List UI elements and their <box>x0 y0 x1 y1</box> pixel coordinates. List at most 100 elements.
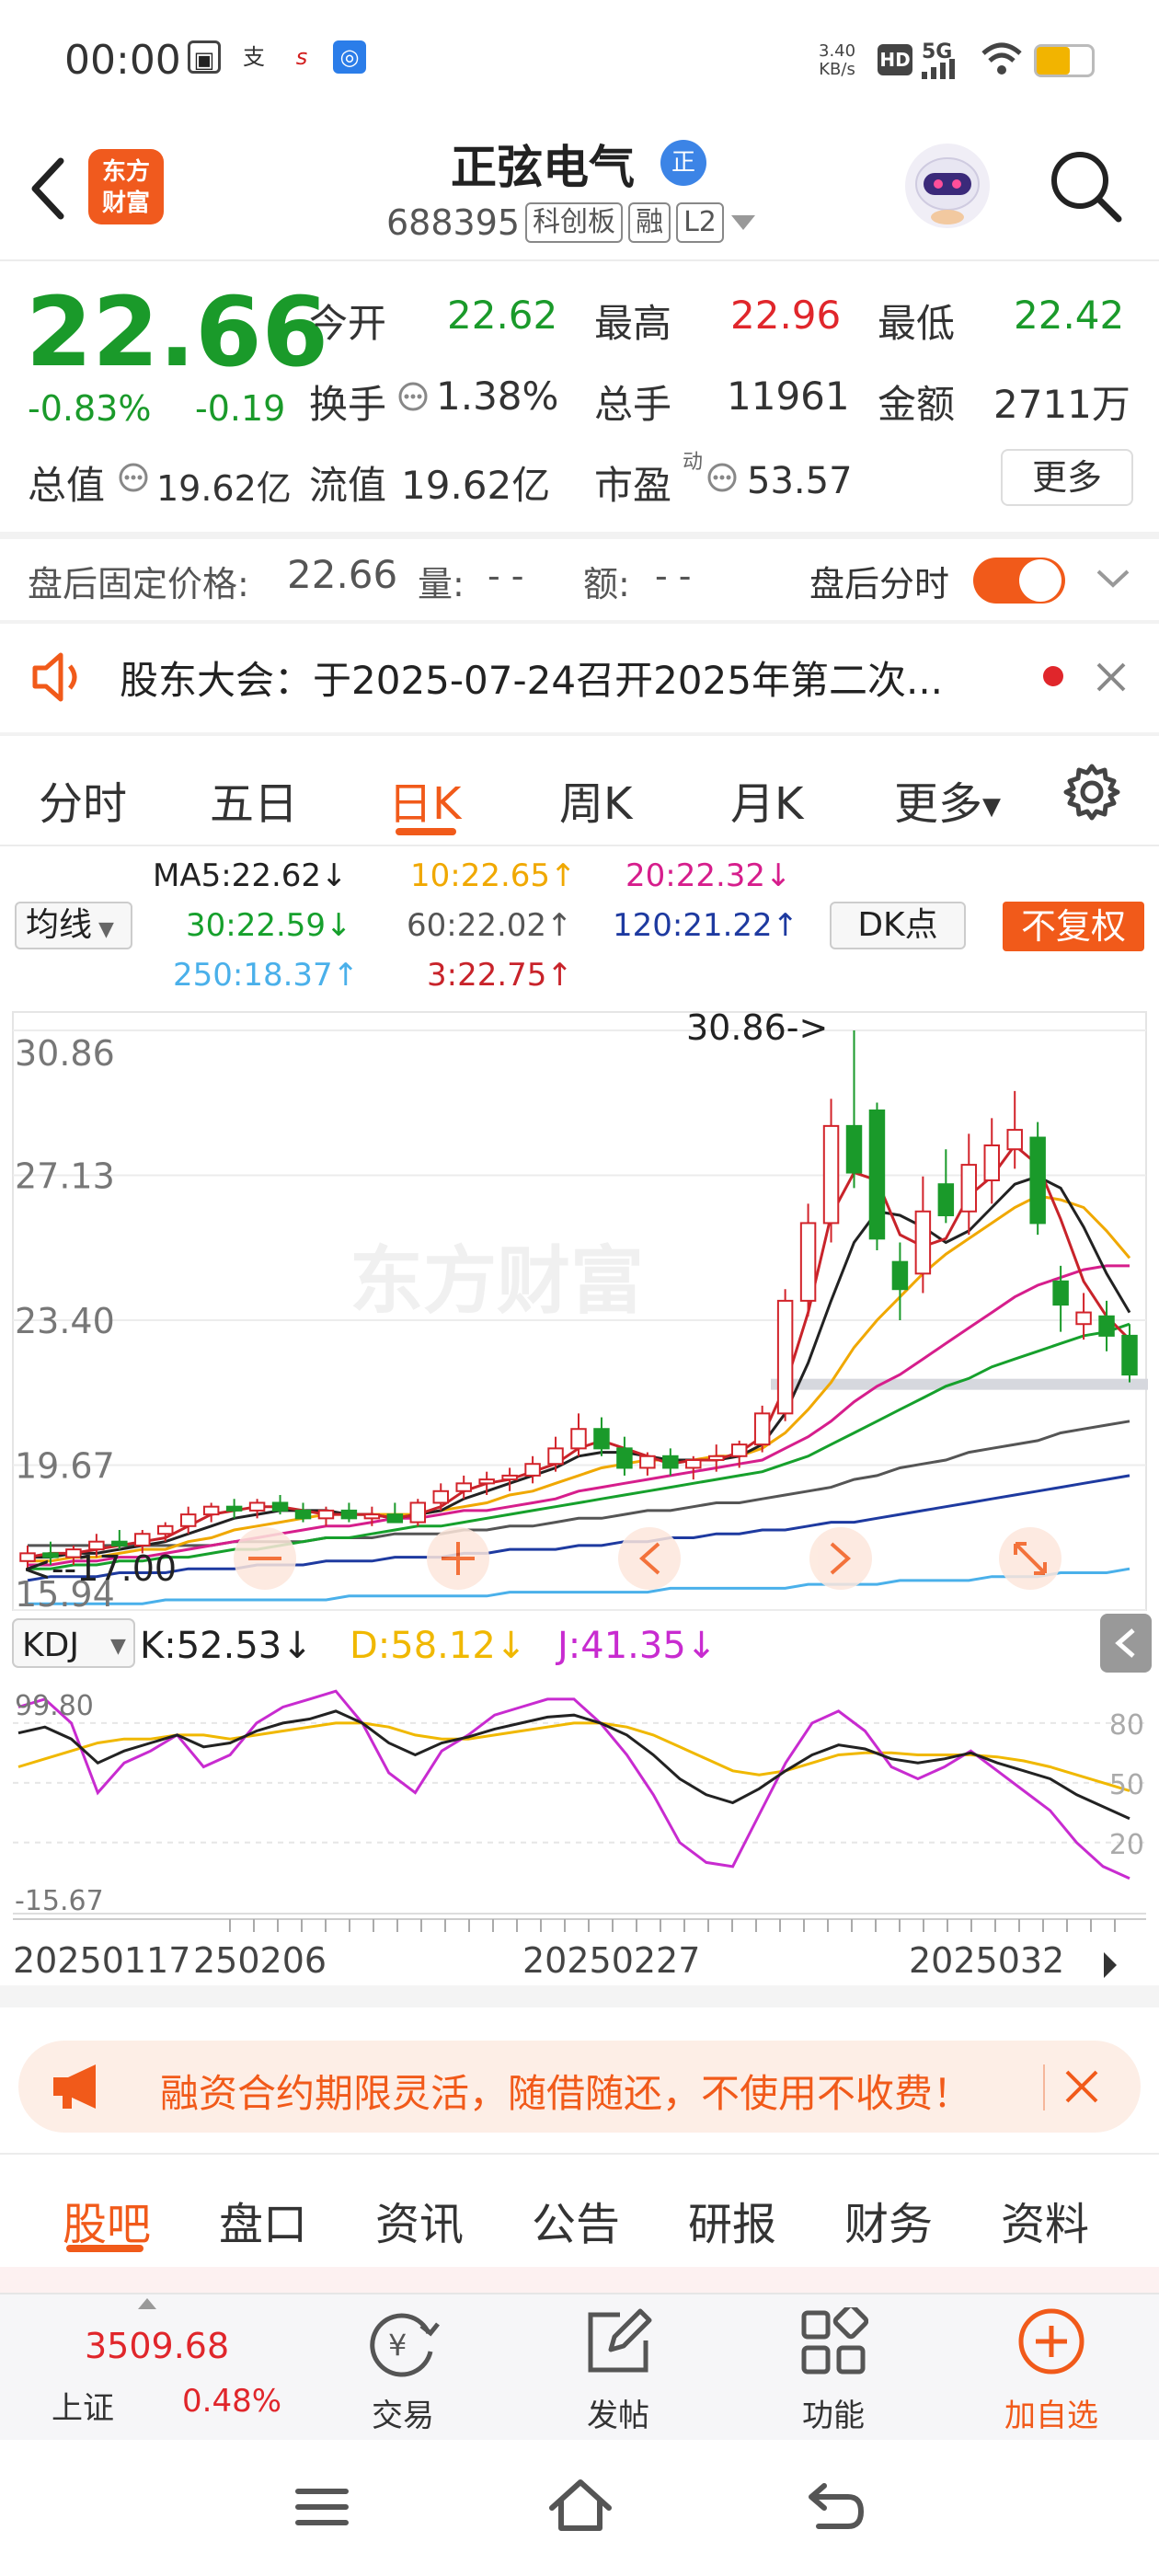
candle-down <box>294 1509 312 1520</box>
candle-down <box>868 1109 886 1240</box>
close-icon[interactable] <box>1063 2068 1100 2105</box>
tab-weekly-k[interactable]: 周K <box>559 767 632 832</box>
ma3-legend: 3:22.75↑ <box>427 957 573 994</box>
y-tick-label: 30.86 <box>15 1033 115 1074</box>
tab-monthly-k[interactable]: 月K <box>730 767 803 832</box>
add-watchlist-icon[interactable] <box>1016 2306 1087 2377</box>
candle-up <box>960 1164 978 1213</box>
search-icon[interactable] <box>1047 147 1124 224</box>
market-cap-label: 总值 <box>28 463 106 508</box>
net-speed-unit: KB/s <box>819 60 855 79</box>
scroll-left-button[interactable] <box>618 1527 681 1590</box>
scroll-right-button[interactable] <box>809 1527 872 1590</box>
close-icon[interactable] <box>1095 661 1128 694</box>
kdj-select-label: KDJ <box>22 1627 79 1664</box>
x-tick-label: 20250117 <box>13 1940 190 1981</box>
candle-up <box>1006 1129 1023 1151</box>
stock-code-line[interactable]: 688395 科创板 融 L2 <box>386 202 757 243</box>
kline-chart[interactable]: 东方财富 30.8627.1323.4019.6715.94 30.86-> <… <box>0 1003 1159 2024</box>
ma30-legend: 30:22.59↓ <box>186 907 352 944</box>
back-arrow-icon[interactable] <box>22 152 77 225</box>
tab-news[interactable]: 资讯 <box>375 2188 464 2252</box>
tab-more[interactable]: 更多▼ <box>894 767 1001 832</box>
tab-profile[interactable]: 资料 <box>1001 2188 1089 2252</box>
candle-up <box>1075 1311 1092 1326</box>
tab-announcements[interactable]: 公告 <box>532 2188 620 2252</box>
candle-up <box>455 1482 472 1492</box>
after-hours-label: 盘后固定价格: <box>28 564 249 604</box>
ma120-legend: 120:21.22↑ <box>613 907 799 944</box>
pe-label: 市盈 <box>594 463 672 508</box>
notice-text[interactable]: 股东大会：于2025-07-24召开2025年第二次... <box>120 650 1021 706</box>
promo-text[interactable]: 融资合约期限灵活，随借随还，不使用不收费！ <box>160 2063 971 2119</box>
tab-five-day[interactable]: 五日 <box>210 767 298 832</box>
status-time: 00:00 <box>64 37 181 84</box>
chevron-down-icon <box>730 215 755 230</box>
ma-select-label: 均线 <box>26 906 93 944</box>
info-icon[interactable] <box>706 462 738 493</box>
no-adjust-button[interactable]: 不复权 <box>1003 902 1144 951</box>
candle-down <box>1098 1315 1115 1337</box>
info-icon[interactable] <box>397 381 429 412</box>
float-cap-value: 19.62亿 <box>401 463 551 508</box>
turnover-value: 1.38% <box>436 374 559 419</box>
ai-robot-avatar-icon[interactable] <box>901 140 993 232</box>
more-button[interactable]: 更多 <box>1001 449 1133 506</box>
candle-down <box>845 1124 863 1174</box>
x-tick-label: 2025032 <box>909 1940 1064 1981</box>
candle-up <box>983 1144 1000 1181</box>
ma-select[interactable]: 均线 ▼ <box>15 902 132 949</box>
menu-icon[interactable] <box>294 2484 350 2530</box>
candle-up <box>822 1124 840 1225</box>
kdj-lines <box>17 1689 1130 1880</box>
candle-up <box>570 1428 587 1450</box>
expand-up-icon[interactable] <box>138 2298 156 2309</box>
dk-point-button[interactable]: DK点 <box>830 902 966 949</box>
settings-gear-icon[interactable] <box>1061 762 1122 822</box>
tab-research[interactable]: 研报 <box>688 2188 776 2252</box>
market-cap-value: 19.62亿 <box>156 468 292 509</box>
tab-intraday[interactable]: 分时 <box>39 767 127 832</box>
trade-icon[interactable]: ¥ <box>364 2307 442 2379</box>
net-speed-value: 3.40 <box>819 41 856 61</box>
back-nav-icon[interactable] <box>806 2478 866 2534</box>
ma5-legend: MA5:22.62↓ <box>153 857 348 894</box>
post-icon[interactable] <box>583 2307 653 2377</box>
section-divider <box>0 732 1159 736</box>
x-axis: 20250117 250206 20250227 2025032 <box>0 1918 1159 2007</box>
last-price: 22.66 <box>26 276 328 388</box>
kdj-min-label: -15.67 <box>15 1885 104 1917</box>
ai-notification-icon: ◎ <box>333 40 366 74</box>
tab-daily-k[interactable]: 日K <box>388 767 461 832</box>
tab-forum[interactable]: 股吧 <box>63 2188 151 2252</box>
status-bar: 00:00 ▣ 支 s ◎ 3.40 KB/s HD 5G <box>0 0 1159 120</box>
after-hours-price: 22.66 <box>287 552 398 597</box>
pe-superscript: 动 <box>683 451 704 474</box>
logo-text-line1: 东方 <box>101 158 150 186</box>
info-icon[interactable] <box>118 462 149 493</box>
ma5-line <box>28 1175 1131 1559</box>
watermark: 东方财富 <box>350 1238 644 1324</box>
next-page-icon[interactable] <box>1104 1952 1117 1978</box>
candle-down <box>225 1505 243 1512</box>
candle-down <box>340 1509 358 1520</box>
amount-value: 2711万 <box>993 382 1130 427</box>
after-hours-chart-label: 盘后分时 <box>809 564 950 604</box>
tab-financials[interactable]: 财务 <box>844 2188 933 2252</box>
active-tab-indicator <box>396 828 456 835</box>
y-tick-label: 27.13 <box>15 1156 115 1197</box>
chevron-down-icon[interactable] <box>1095 567 1131 591</box>
function-grid-icon[interactable] <box>798 2307 868 2377</box>
kdj-j-legend: J:41.35↓ <box>555 1625 717 1667</box>
candle-down <box>111 1540 128 1547</box>
after-hours-volume: - - <box>488 556 524 596</box>
dropdown-arrow-icon: ▼ <box>110 1635 126 1658</box>
collapse-panel-button[interactable] <box>1100 1614 1152 1673</box>
net-speed: 3.40 KB/s <box>819 42 855 79</box>
home-icon[interactable] <box>546 2477 614 2534</box>
low-marker: <--17.00 <box>22 1548 177 1589</box>
index-value[interactable]: 3509.68 <box>85 2326 229 2366</box>
ma10-legend: 10:22.65↑ <box>410 857 577 894</box>
tab-order-book[interactable]: 盘口 <box>219 2188 307 2252</box>
tag-level2: L2 <box>676 202 724 243</box>
